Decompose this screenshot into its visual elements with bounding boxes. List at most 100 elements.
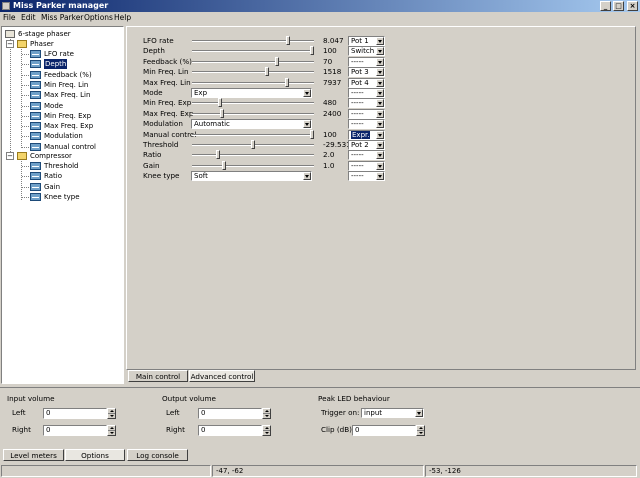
assign-select-ratio[interactable]: ----- [348, 150, 385, 161]
menu-edit[interactable]: Edit [21, 12, 36, 24]
tab-options[interactable]: Options [65, 449, 125, 461]
effect-tree[interactable]: 6-stage phaser − Phaser LFO rate Depth Fee… [1, 26, 124, 384]
parameter-icon [30, 101, 41, 110]
slider-track-max-freq-lin[interactable] [192, 81, 314, 84]
chevron-down-icon[interactable] [303, 120, 311, 129]
minimize-button[interactable]: _ [600, 1, 611, 11]
close-button[interactable]: × [627, 1, 638, 11]
chevron-down-icon[interactable] [376, 47, 384, 56]
slider-thumb-max-freq-lin[interactable] [285, 77, 290, 87]
input-right-spinner[interactable] [107, 425, 116, 436]
assign-select-min-freq-exp[interactable]: ----- [348, 98, 385, 109]
slider-track-lfo-rate[interactable] [192, 40, 314, 42]
input-left-field[interactable]: 0 [43, 408, 107, 419]
slider-track-ratio[interactable] [192, 154, 314, 157]
chevron-down-icon[interactable] [376, 37, 384, 45]
parameter-icon [30, 111, 41, 120]
assign-select-threshold[interactable]: Pot 2 [348, 140, 385, 150]
param-value-depth: 100 [323, 46, 337, 56]
chevron-down-icon[interactable] [415, 409, 423, 417]
tab-level-meters[interactable]: Level meters [3, 449, 64, 461]
chevron-down-icon[interactable] [376, 89, 384, 97]
assign-select-max-freq-lin[interactable]: Pot 4 [348, 77, 385, 88]
status-right-coords: -53, -126 [425, 465, 637, 477]
menu-options[interactable]: Options [84, 12, 113, 24]
param-value-min-freq-lin: 1518 [323, 67, 342, 77]
input-right-field[interactable]: 0 [43, 425, 107, 436]
param-value-manual-control: 100 [323, 129, 337, 139]
chevron-down-icon[interactable] [376, 141, 384, 149]
parameter-icon [30, 162, 41, 170]
param-label-lfo-rate: LFO rate [143, 36, 174, 45]
chevron-down-icon[interactable] [376, 99, 384, 108]
menu-bar: File Edit Miss Parker Options Help [0, 12, 640, 24]
input-left-spinner[interactable] [107, 408, 116, 419]
collapse-icon[interactable]: − [6, 40, 14, 48]
slider-thumb-min-freq-exp[interactable] [217, 98, 222, 108]
param-label-max-freq-exp: Max Freq. Exp [143, 108, 194, 118]
select-mode[interactable]: Exp [191, 88, 312, 98]
folder-icon [17, 40, 27, 48]
chevron-down-icon[interactable] [376, 172, 384, 181]
assign-select-knee-type[interactable]: ----- [348, 171, 385, 182]
output-right-field[interactable]: 0 [198, 425, 262, 436]
slider-track-manual-control[interactable] [192, 133, 314, 136]
param-label-threshold: Threshold [143, 140, 179, 149]
assign-select-max-freq-exp[interactable]: ----- [348, 108, 385, 119]
slider-thumb-depth[interactable] [310, 46, 314, 56]
param-label-mode: Mode [143, 88, 163, 97]
chevron-down-icon[interactable] [376, 120, 384, 129]
slider-thumb-min-freq-lin[interactable] [265, 67, 270, 77]
maximize-button[interactable]: □ [613, 1, 624, 11]
tab-advanced-control[interactable]: Advanced control [189, 370, 255, 382]
clip-spinner[interactable] [416, 425, 425, 436]
slider-thumb-max-freq-exp[interactable] [220, 108, 225, 118]
chevron-down-icon[interactable] [376, 130, 384, 139]
chevron-down-icon[interactable] [376, 57, 384, 66]
output-left-field[interactable]: 0 [198, 408, 262, 419]
clip-field[interactable]: 0 [352, 425, 416, 436]
slider-thumb-ratio[interactable] [215, 150, 220, 160]
slider-thumb-lfo-rate[interactable] [286, 36, 291, 45]
chevron-down-icon[interactable] [376, 151, 384, 160]
status-pane-empty [1, 465, 211, 477]
tab-main-control[interactable]: Main control [128, 370, 188, 382]
slider-thumb-threshold[interactable] [251, 140, 255, 149]
assign-select-mode[interactable]: ----- [348, 88, 385, 98]
chevron-down-icon[interactable] [376, 109, 384, 118]
output-right-label: Right [166, 425, 185, 434]
chevron-down-icon[interactable] [303, 89, 311, 97]
output-right-spinner[interactable] [262, 425, 271, 436]
slider-thumb-feedback[interactable] [274, 56, 279, 66]
slider-track-min-freq-lin[interactable] [192, 71, 314, 74]
assign-select-modulation[interactable]: ----- [348, 119, 385, 130]
menu-help[interactable]: Help [114, 12, 131, 24]
collapse-icon[interactable]: − [6, 152, 14, 160]
select-knee-type[interactable]: Soft [191, 171, 312, 182]
slider-track-min-freq-exp[interactable] [192, 102, 314, 105]
slider-thumb-manual-control[interactable] [310, 129, 314, 139]
assign-select-depth[interactable]: Switch [348, 46, 385, 57]
slider-track-gain[interactable] [192, 164, 314, 167]
tab-log-console[interactable]: Log console [127, 449, 188, 461]
slider-thumb-gain[interactable] [221, 160, 226, 170]
chevron-down-icon[interactable] [376, 68, 384, 77]
slider-track-depth[interactable] [192, 50, 314, 53]
menu-file[interactable]: File [3, 12, 16, 24]
slider-track-max-freq-exp[interactable] [192, 112, 314, 115]
output-left-spinner[interactable] [262, 408, 271, 419]
menu-miss-parker[interactable]: Miss Parker [41, 12, 83, 24]
select-modulation[interactable]: Automatic [191, 119, 312, 130]
assign-select-lfo-rate[interactable]: Pot 1 [348, 36, 385, 46]
assign-select-gain[interactable]: ----- [348, 160, 385, 171]
chevron-down-icon[interactable] [303, 172, 311, 181]
trigger-select[interactable]: input [361, 408, 424, 418]
slider-track-feedback[interactable] [192, 60, 314, 63]
assign-select-min-freq-lin[interactable]: Pot 3 [348, 67, 385, 78]
parameter-icon [30, 50, 41, 58]
title-bar[interactable]: Miss Parker manager _ □ × [0, 0, 640, 12]
assign-select-manual-control[interactable]: Expr. [348, 129, 385, 140]
assign-select-feedback[interactable]: ----- [348, 56, 385, 67]
chevron-down-icon[interactable] [376, 78, 384, 87]
chevron-down-icon[interactable] [376, 161, 384, 170]
